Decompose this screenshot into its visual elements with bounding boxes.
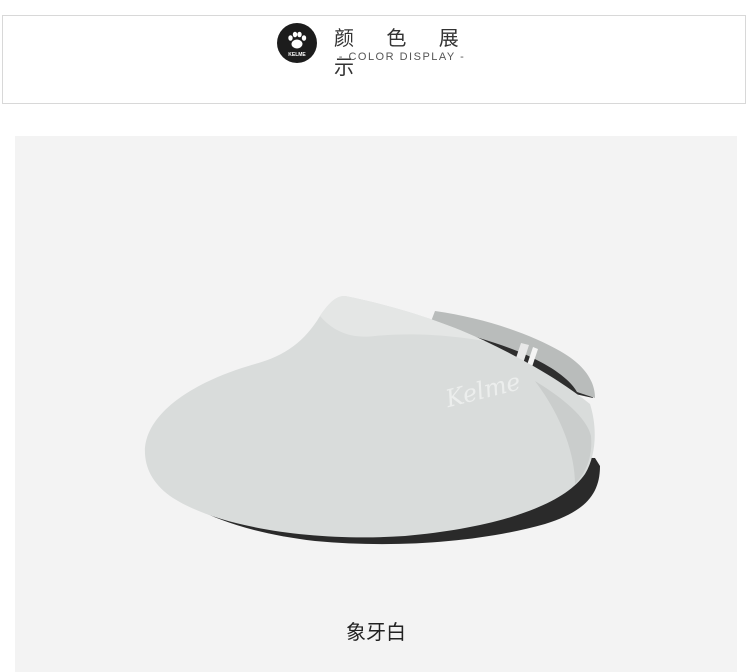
logo-text: KELME (288, 52, 306, 58)
brand-logo: KELME (277, 23, 317, 63)
paw-icon: KELME (288, 31, 306, 58)
section-subtitle: - COLOR DISPLAY - (338, 51, 466, 63)
product-photo: Kelme 象牙白 (15, 136, 737, 672)
color-name-label: 象牙白 (346, 620, 406, 644)
visor-hat-image: Kelme (144, 296, 600, 545)
